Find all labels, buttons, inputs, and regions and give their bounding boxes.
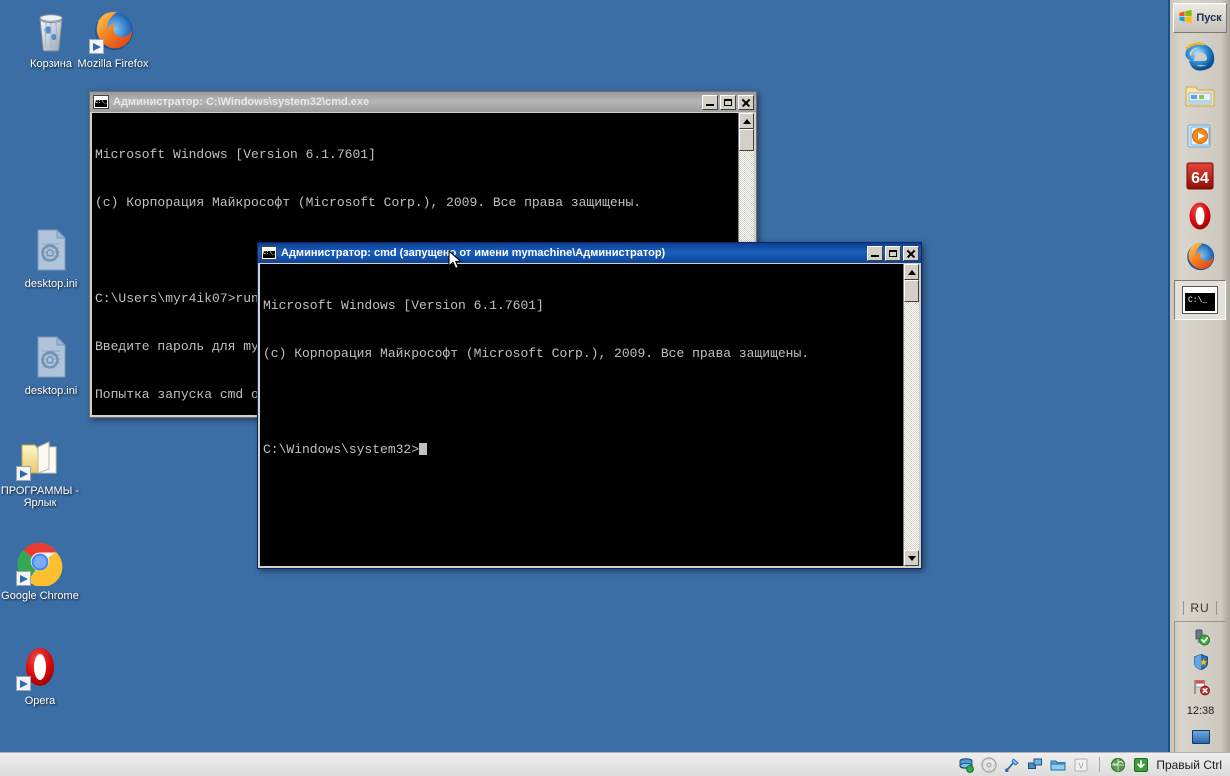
usb-indicator-icon[interactable]: [1004, 757, 1020, 773]
scrollbar-thumb[interactable]: [739, 129, 754, 151]
console-line: Microsoft Windows [Version 6.1.7601]: [95, 147, 738, 163]
window-title: Администратор: C:\Windows\system32\cmd.e…: [113, 96, 702, 108]
host-key-indicator-icon[interactable]: [1133, 757, 1149, 773]
ini-file-icon: [27, 333, 75, 381]
console-prompt-text: C:\Windows\system32>: [263, 442, 419, 457]
desktop-icon-label: Mozilla Firefox: [70, 58, 156, 70]
folder-icon: [16, 433, 64, 481]
host-key-label: Правый Ctrl: [1156, 758, 1222, 772]
video-capture-indicator-icon[interactable]: V: [1073, 757, 1089, 773]
console-prompt-line: C:\Windows\system32>: [263, 442, 903, 458]
minimize-button[interactable]: [702, 95, 718, 110]
chrome-icon: [16, 538, 64, 586]
firefox-icon: [89, 6, 137, 54]
firefox-icon: [1183, 239, 1217, 273]
virtualbox-vm-screen: Корзина Mozilla Firefox: [0, 0, 1230, 776]
shared-folders-indicator-icon[interactable]: [1050, 757, 1066, 773]
taskbar-item-windows-explorer[interactable]: [1183, 79, 1217, 113]
windows-logo-icon: [1178, 9, 1193, 27]
system-tray: RU: [1170, 601, 1230, 752]
scroll-up-button[interactable]: [739, 113, 754, 129]
desktop-icon-label: Opera: [0, 695, 80, 707]
desktop-icon-opera[interactable]: Opera: [0, 643, 80, 707]
desktop-icon-programs-shortcut[interactable]: ПРОГРАММЫ - Ярлык: [0, 433, 80, 509]
opera-icon: [1183, 199, 1217, 233]
console-line: [263, 394, 903, 410]
recycle-bin-icon: [27, 6, 75, 54]
tray-icons: 12:38: [1174, 621, 1226, 752]
status-separator: [1099, 757, 1100, 772]
desktop-icon-label: ПРОГРАММЫ - Ярлык: [0, 485, 80, 509]
desktop-icon-desktop-ini-2[interactable]: desktop.ini: [8, 333, 94, 397]
window-controls: [867, 246, 919, 261]
64-icon: 64: [1183, 159, 1217, 193]
taskbar-item-media-player[interactable]: [1183, 119, 1217, 153]
cmd-console-icon: [261, 246, 277, 260]
desktop-icon-label: desktop.ini: [8, 278, 94, 290]
taskbar-item-internet-explorer[interactable]: [1183, 39, 1217, 73]
start-button[interactable]: Пуск: [1173, 3, 1227, 33]
taskbar-item-firefox[interactable]: [1183, 239, 1217, 273]
window-controls: [702, 95, 754, 110]
shortcut-overlay-icon: [16, 676, 31, 691]
cmd-console-icon: [93, 95, 109, 109]
svg-text:V: V: [1079, 761, 1085, 770]
optical-disk-indicator-icon[interactable]: [981, 757, 997, 773]
taskbar-task-cmd[interactable]: [1174, 280, 1226, 320]
shortcut-overlay-icon: [16, 466, 31, 481]
show-desktop-button[interactable]: [1192, 730, 1210, 744]
mouse-integration-indicator-icon[interactable]: [1110, 757, 1126, 773]
console-line: (c) Корпорация Майкрософт (Microsoft Cor…: [95, 195, 738, 211]
window-body-cmd-runas: Microsoft Windows [Version 6.1.7601] (c)…: [258, 263, 921, 568]
shortcut-overlay-icon: [16, 571, 31, 586]
taskbar-item-opera[interactable]: [1183, 199, 1217, 233]
vertical-scrollbar[interactable]: [903, 264, 919, 566]
language-indicator[interactable]: RU: [1183, 601, 1216, 615]
shortcut-overlay-icon: [89, 39, 104, 54]
titlebar-cmd-runas[interactable]: Администратор: cmd (запущено от имени my…: [258, 243, 921, 263]
maximize-button[interactable]: [885, 246, 901, 261]
scroll-down-button[interactable]: [904, 550, 919, 566]
desktop-icon-mozilla-firefox[interactable]: Mozilla Firefox: [70, 6, 156, 70]
desktop-icon-label: desktop.ini: [8, 385, 94, 397]
scrollbar-thumb[interactable]: [904, 280, 919, 302]
close-button[interactable]: [738, 95, 754, 110]
window-cmd-runas[interactable]: Администратор: cmd (запущено от имени my…: [257, 242, 922, 569]
hard-disk-indicator-icon[interactable]: [958, 757, 974, 773]
text-caret: [419, 443, 427, 455]
taskbar-clock[interactable]: 12:38: [1187, 705, 1215, 717]
internet-explorer-icon: [1183, 39, 1217, 73]
scroll-up-button[interactable]: [904, 264, 919, 280]
ini-file-icon: [27, 226, 75, 274]
media-player-icon: [1183, 119, 1217, 153]
quick-launch-bar: 64: [1183, 39, 1217, 273]
maximize-button[interactable]: [720, 95, 736, 110]
opera-icon: [16, 643, 64, 691]
taskbar-item-64-app[interactable]: 64: [1183, 159, 1217, 193]
svg-text:64: 64: [1191, 170, 1209, 187]
close-button[interactable]: [903, 246, 919, 261]
console-line: Microsoft Windows [Version 6.1.7601]: [263, 298, 903, 314]
console-line: (c) Корпорация Майкрософт (Microsoft Cor…: [263, 346, 903, 362]
virtualbox-status-bar: V Правый Ctrl: [0, 752, 1230, 776]
network-indicator-icon[interactable]: [1027, 757, 1043, 773]
console-output-cmd-runas[interactable]: Microsoft Windows [Version 6.1.7601] (c)…: [260, 264, 903, 566]
desktop-icon-google-chrome[interactable]: Google Chrome: [0, 538, 80, 602]
windows-update-shield-icon[interactable]: [1192, 653, 1210, 671]
desktop-icon-desktop-ini-1[interactable]: desktop.ini: [8, 226, 94, 290]
folder-explorer-icon: [1183, 79, 1217, 113]
minimize-button[interactable]: [867, 246, 883, 261]
safely-remove-hardware-icon[interactable]: [1192, 628, 1210, 646]
action-center-flag-icon[interactable]: [1192, 678, 1210, 696]
cmd-console-icon: [1183, 287, 1217, 313]
window-title: Администратор: cmd (запущено от имени my…: [281, 247, 867, 259]
taskbar: Пуск: [1168, 0, 1230, 752]
start-button-label: Пуск: [1196, 12, 1221, 24]
titlebar-cmd-admin[interactable]: Администратор: C:\Windows\system32\cmd.e…: [90, 92, 756, 112]
scrollbar-track[interactable]: [904, 302, 919, 550]
desktop-icon-label: Google Chrome: [0, 590, 80, 602]
